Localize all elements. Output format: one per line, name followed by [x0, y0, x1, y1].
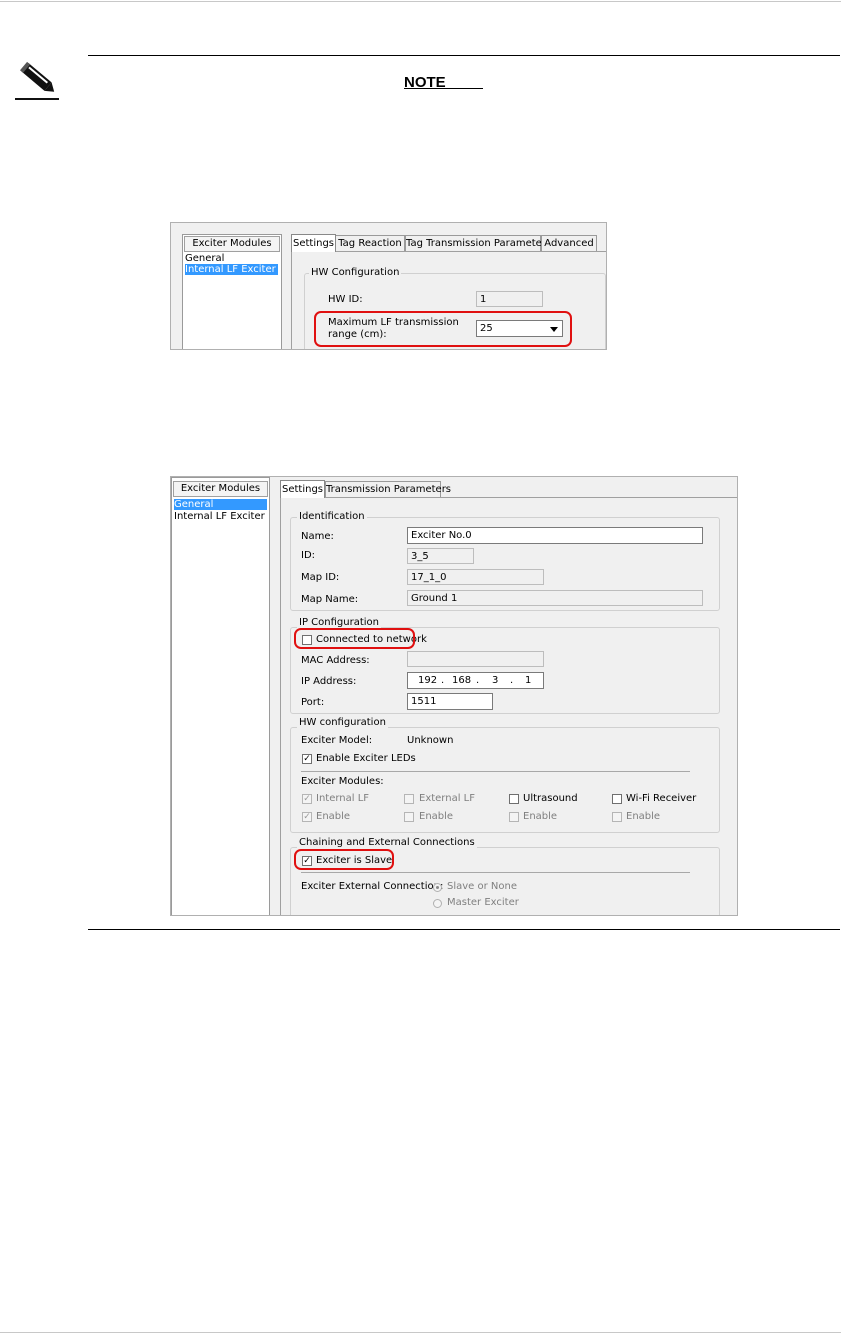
chaining-title: Chaining and External Connections	[297, 837, 477, 848]
exciter-modules-header: Exciter Modules	[184, 236, 280, 252]
mac-address-label: MAC Address:	[301, 655, 370, 666]
ip-octet-1: 192	[418, 675, 438, 686]
ip-dot-2: .	[476, 675, 480, 686]
ip-octet-3: 3	[492, 675, 499, 686]
enable-exciter-leds-label: Enable Exciter LEDs	[316, 753, 416, 764]
map-name-field: Ground 1	[407, 590, 703, 606]
wifi-receiver-label: Wi-Fi Receiver	[626, 793, 697, 804]
hw-id-label: HW ID:	[328, 294, 363, 305]
wifi-receiver-enable-checkbox	[612, 812, 622, 822]
tab-advanced[interactable]: Advanced	[541, 235, 597, 252]
identification-title: Identification	[297, 511, 367, 522]
slave-or-none-label: Slave or None	[447, 881, 517, 892]
chain-separator	[301, 872, 690, 873]
note-heading-underline	[404, 88, 483, 89]
hw-separator	[301, 771, 690, 772]
ip-address-field[interactable]: 192 . 168 . 3 . 1	[407, 672, 544, 689]
tab-settings-2[interactable]: Settings	[280, 480, 325, 498]
wifi-receiver-enable-label: Enable	[626, 811, 661, 822]
id-field: 3_5	[407, 548, 474, 564]
mac-address-field	[407, 651, 544, 667]
wifi-receiver-checkbox[interactable]	[612, 794, 622, 804]
ip-address-label: IP Address:	[301, 676, 357, 687]
exciter-modules-list: Exciter Modules General Internal LF Exci…	[182, 234, 282, 349]
port-field[interactable]: 1511	[407, 693, 493, 710]
ultrasound-checkbox[interactable]	[509, 794, 519, 804]
hw-id-field: 1	[476, 291, 543, 307]
internal-lf-label: Internal LF	[316, 793, 370, 804]
ip-dot-1: .	[441, 675, 445, 686]
top-rule	[0, 1, 841, 2]
ultrasound-label: Ultrasound	[523, 793, 578, 804]
exciter-general-settings-screenshot: Exciter Modules General Internal LF Exci…	[170, 476, 738, 916]
internal-lf-enable-label: Enable	[316, 811, 351, 822]
id-label: ID:	[301, 550, 316, 561]
module-item-general-2[interactable]: General	[174, 499, 267, 510]
external-connection-label: Exciter External Connection:	[301, 881, 444, 892]
external-lf-enable-checkbox	[404, 812, 414, 822]
ultrasound-enable-checkbox	[509, 812, 519, 822]
tab-tag-reaction[interactable]: Tag Reaction	[335, 235, 405, 252]
note-bottom-rule	[88, 929, 840, 930]
map-name-label: Map Name:	[301, 594, 359, 605]
tab-tag-transmission-parameters[interactable]: Tag Transmission Parameters	[405, 235, 551, 252]
port-label: Port:	[301, 697, 325, 708]
internal-lf-checkbox: ✓	[302, 794, 312, 804]
map-id-label: Map ID:	[301, 572, 340, 583]
tab-transmission-parameters[interactable]: Transmission Parameters	[325, 481, 451, 498]
slave-or-none-radio	[433, 883, 442, 892]
ip-dot-3: .	[510, 675, 514, 686]
master-exciter-radio	[433, 899, 442, 908]
exciter-lf-settings-screenshot: Exciter Modules General Internal LF Exci…	[170, 222, 607, 350]
name-field[interactable]: Exciter No.0	[407, 527, 703, 544]
exciter-modules-list-2: Exciter Modules General Internal LF Exci…	[171, 477, 270, 915]
highlight-exciter-is-slave	[294, 849, 394, 870]
module-item-internal-lf-exciter[interactable]: Internal LF Exciter	[185, 264, 278, 275]
ip-octet-4: 1	[525, 675, 532, 686]
exciter-model-value: Unknown	[407, 735, 454, 746]
ip-octet-2: 168	[452, 675, 472, 686]
external-lf-label: External LF	[419, 793, 475, 804]
hw-configuration-title-2: HW configuration	[297, 717, 388, 728]
bottom-rule	[0, 1332, 841, 1333]
tab-settings[interactable]: Settings	[291, 234, 336, 252]
exciter-modules-label: Exciter Modules:	[301, 776, 384, 787]
module-item-internal-lf-exciter-2[interactable]: Internal LF Exciter	[174, 511, 265, 522]
module-item-general[interactable]: General	[185, 253, 224, 264]
note-top-rule	[88, 55, 840, 56]
map-id-field: 17_1_0	[407, 569, 544, 585]
internal-lf-enable-checkbox: ✓	[302, 812, 312, 822]
hw-configuration-title: HW Configuration	[309, 267, 402, 278]
exciter-model-label: Exciter Model:	[301, 735, 373, 746]
highlight-connected-to-network	[294, 628, 415, 649]
ultrasound-enable-label: Enable	[523, 811, 558, 822]
ip-configuration-title: IP Configuration	[297, 617, 381, 628]
exciter-modules-header-2: Exciter Modules	[173, 481, 268, 497]
external-lf-checkbox	[404, 794, 414, 804]
highlight-range-setting	[314, 311, 572, 347]
master-exciter-label: Master Exciter	[447, 897, 519, 908]
name-label: Name:	[301, 531, 334, 542]
enable-exciter-leds-checkbox[interactable]: ✓	[302, 754, 312, 764]
pencil-note-icon	[12, 58, 62, 104]
external-lf-enable-label: Enable	[419, 811, 454, 822]
